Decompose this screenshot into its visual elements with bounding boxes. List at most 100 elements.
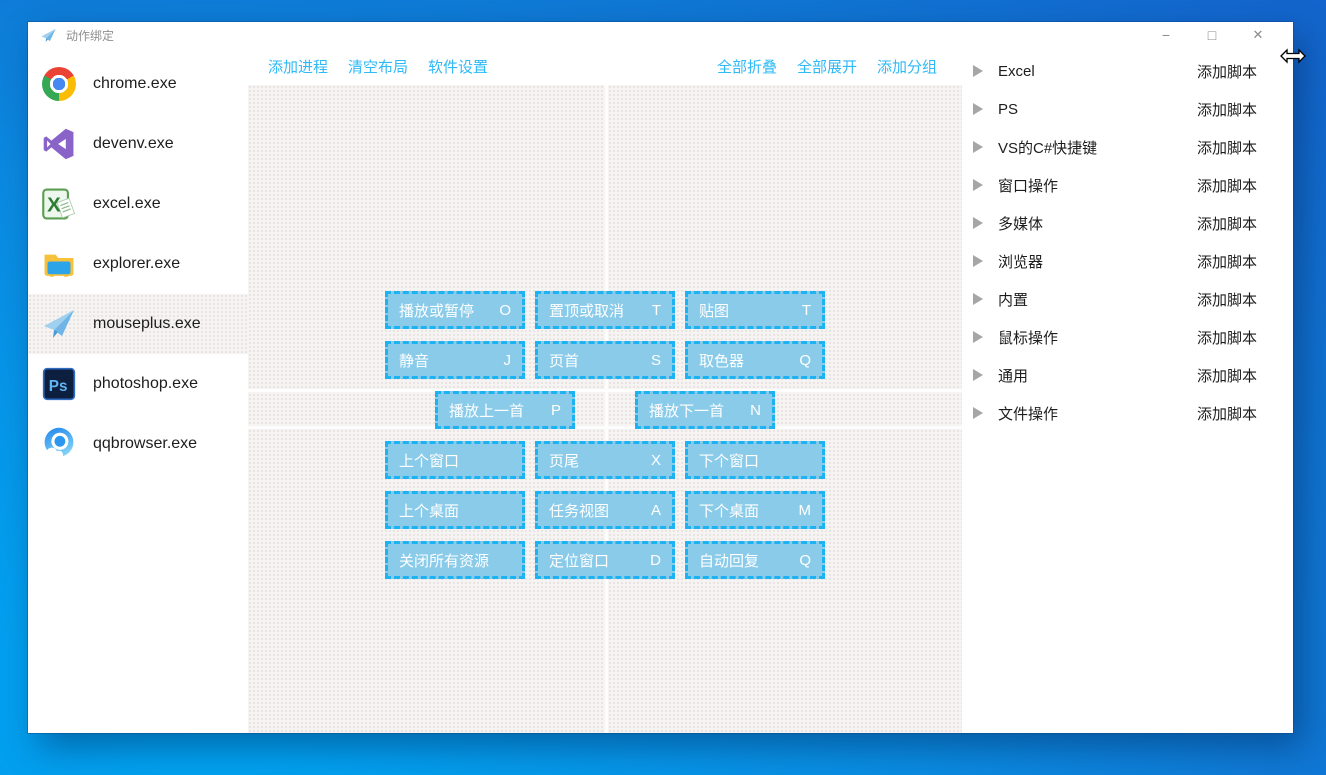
maximize-button[interactable]: □ (1189, 22, 1235, 48)
action-label: 定位窗口 (549, 550, 609, 571)
expand-arrow-icon[interactable] (973, 217, 983, 229)
svg-text:Ps: Ps (49, 378, 68, 395)
expand-arrow-icon[interactable] (973, 255, 983, 267)
binding-canvas: 播放或暂停O 置顶或取消T 贴图T 静音 J 页首S 取色器 Q 播放上一首P 播放… (248, 85, 962, 733)
action-button[interactable]: 关闭所有资源 (385, 541, 525, 579)
expand-arrow-icon[interactable] (973, 141, 983, 153)
sidebar-item-devenv[interactable]: devenv.exe (28, 114, 248, 174)
group-row-ps[interactable]: PS 添加脚本 (962, 90, 1293, 128)
clear-layout-link[interactable]: 清空布局 (348, 56, 408, 77)
group-row-excel[interactable]: Excel 添加脚本 (962, 52, 1293, 90)
qqbrowser-icon (40, 425, 78, 463)
group-label: 通用 (998, 365, 1028, 386)
action-button[interactable]: 定位窗口D (535, 541, 675, 579)
action-button[interactable]: 置顶或取消T (535, 291, 675, 329)
action-button[interactable]: 页首S (535, 341, 675, 379)
action-button[interactable]: 自动回复Q (685, 541, 825, 579)
sidebar-item-qqbrowser[interactable]: qqbrowser.exe (28, 414, 248, 474)
action-label: 取色器 (699, 350, 744, 371)
close-button[interactable]: ✕ (1235, 22, 1281, 48)
window-title: 动作绑定 (66, 27, 114, 44)
add-script-button[interactable]: 添加脚本 (1197, 61, 1257, 82)
group-label: 多媒体 (998, 213, 1043, 234)
action-button[interactable]: 任务视图A (535, 491, 675, 529)
canvas-horizontal-divider (248, 426, 962, 429)
action-button[interactable]: 播放或暂停O (385, 291, 525, 329)
action-key: M (799, 502, 812, 519)
action-label: 播放或暂停 (399, 300, 474, 321)
add-script-button[interactable]: 添加脚本 (1197, 365, 1257, 386)
action-button[interactable]: 静音 J (385, 341, 525, 379)
photoshop-icon: Ps (40, 365, 78, 403)
svg-text:X: X (47, 195, 61, 217)
process-name: devenv.exe (93, 135, 174, 153)
group-label: PS (998, 101, 1018, 118)
action-label: 下个窗口 (699, 450, 759, 471)
action-button[interactable]: 上个桌面 (385, 491, 525, 529)
sidebar-item-mouseplus[interactable]: mouseplus.exe (28, 294, 248, 354)
action-button[interactable]: 取色器 Q (685, 341, 825, 379)
action-button[interactable]: 下个桌面M (685, 491, 825, 529)
add-script-button[interactable]: 添加脚本 (1197, 403, 1257, 424)
action-label: 播放下一首 (649, 400, 724, 421)
add-process-link[interactable]: 添加进程 (268, 56, 328, 77)
group-row-mouse-ops[interactable]: 鼠标操作 添加脚本 (962, 318, 1293, 356)
paper-plane-icon (38, 25, 58, 45)
add-script-button[interactable]: 添加脚本 (1197, 327, 1257, 348)
sidebar-item-chrome[interactable]: chrome.exe (28, 54, 248, 114)
group-row-multimedia[interactable]: 多媒体 添加脚本 (962, 204, 1293, 242)
app-window: 动作绑定 − □ ✕ chrome.exe devenv.exe (28, 22, 1293, 733)
expand-arrow-icon[interactable] (973, 65, 983, 77)
titlebar: 动作绑定 − □ ✕ (28, 22, 1293, 48)
action-button[interactable]: 上个窗口 (385, 441, 525, 479)
expand-arrow-icon[interactable] (973, 407, 983, 419)
group-row-browser[interactable]: 浏览器 添加脚本 (962, 242, 1293, 280)
action-key: Q (799, 352, 811, 369)
process-name: excel.exe (93, 195, 161, 213)
add-script-button[interactable]: 添加脚本 (1197, 137, 1257, 158)
action-button[interactable]: 页尾X (535, 441, 675, 479)
group-row-vs-shortcuts[interactable]: VS的C#快捷键 添加脚本 (962, 128, 1293, 166)
action-button[interactable]: 下个窗口 (685, 441, 825, 479)
expand-arrow-icon[interactable] (973, 179, 983, 191)
action-key: X (651, 452, 661, 469)
action-button[interactable]: 播放下一首N (635, 391, 775, 429)
action-label: 贴图 (699, 300, 729, 321)
sidebar-item-photoshop[interactable]: Ps photoshop.exe (28, 354, 248, 414)
window-controls: − □ ✕ (1143, 22, 1293, 48)
group-row-builtin[interactable]: 内置 添加脚本 (962, 280, 1293, 318)
expand-arrow-icon[interactable] (973, 293, 983, 305)
action-label: 置顶或取消 (549, 300, 624, 321)
action-button[interactable]: 播放上一首P (435, 391, 575, 429)
add-group-link[interactable]: 添加分组 (877, 56, 937, 77)
sidebar-item-excel[interactable]: X excel.exe (28, 174, 248, 234)
add-script-button[interactable]: 添加脚本 (1197, 99, 1257, 120)
software-settings-link[interactable]: 软件设置 (428, 56, 488, 77)
action-label: 页首 (549, 350, 579, 371)
group-row-general[interactable]: 通用 添加脚本 (962, 356, 1293, 394)
process-name: mouseplus.exe (93, 315, 201, 333)
script-group-panel: Excel 添加脚本 PS 添加脚本 VS的C#快捷键 添加脚本 窗口操作 添 (962, 48, 1293, 733)
add-script-button[interactable]: 添加脚本 (1197, 175, 1257, 196)
window-body: chrome.exe devenv.exe X excel.exe (28, 48, 1293, 733)
expand-all-link[interactable]: 全部展开 (797, 56, 857, 77)
add-script-button[interactable]: 添加脚本 (1197, 251, 1257, 272)
sidebar-item-explorer[interactable]: explorer.exe (28, 234, 248, 294)
collapse-all-link[interactable]: 全部折叠 (717, 56, 777, 77)
expand-arrow-icon[interactable] (973, 331, 983, 343)
action-key: Q (799, 552, 811, 569)
visual-studio-icon (40, 125, 78, 163)
minimize-button[interactable]: − (1143, 22, 1189, 48)
group-label: 内置 (998, 289, 1028, 310)
group-label: VS的C#快捷键 (998, 137, 1097, 158)
expand-arrow-icon[interactable] (973, 369, 983, 381)
group-row-file-ops[interactable]: 文件操作 添加脚本 (962, 394, 1293, 432)
add-script-button[interactable]: 添加脚本 (1197, 213, 1257, 234)
group-row-window-ops[interactable]: 窗口操作 添加脚本 (962, 166, 1293, 204)
action-key: J (504, 352, 512, 369)
binding-area: 添加进程 清空布局 软件设置 全部折叠 全部展开 添加分组 播放或暂停O 置顶或… (248, 48, 962, 733)
action-button[interactable]: 贴图T (685, 291, 825, 329)
action-label: 静音 (399, 350, 429, 371)
add-script-button[interactable]: 添加脚本 (1197, 289, 1257, 310)
expand-arrow-icon[interactable] (973, 103, 983, 115)
